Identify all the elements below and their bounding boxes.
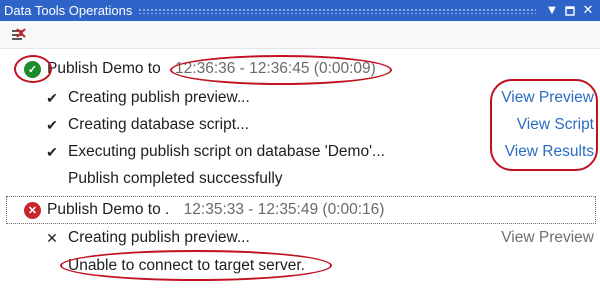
operation-title: Publish Demo to	[47, 60, 166, 77]
step-text: Creating publish preview...	[68, 229, 250, 246]
view-results-link[interactable]: View Results	[505, 143, 594, 161]
success-icon: ✓	[24, 60, 41, 78]
step-text: Creating publish preview...	[68, 89, 250, 106]
checkmark-icon: ✔	[46, 89, 58, 106]
error-icon: ✕	[24, 201, 41, 219]
view-preview-link[interactable]: View Preview	[501, 89, 594, 107]
list-item: ✔ Creating database script... View Scrip…	[0, 112, 600, 138]
window-titlebar: Data Tools Operations ▼ ✕	[0, 0, 600, 21]
operation-header[interactable]: ✕ Publish Demo to . 12:35:33 - 12:35:49 …	[6, 196, 596, 224]
operations-list: ✓ Publish Demo to 12:36:36 - 12:36:45 (0…	[0, 49, 600, 300]
list-item: Unable to connect to target server.	[0, 253, 600, 279]
x-icon: ✕	[46, 229, 58, 246]
clear-list-icon[interactable]	[9, 27, 27, 45]
step-text: Creating database script...	[68, 116, 249, 133]
operation-header[interactable]: ✓ Publish Demo to 12:36:36 - 12:36:45 (0…	[0, 55, 600, 83]
list-item: ✔ Executing publish script on database '…	[0, 139, 600, 165]
view-script-link[interactable]: View Script	[517, 116, 594, 134]
step-text: Executing publish script on database 'De…	[68, 143, 385, 160]
operation-title: Publish Demo to .	[47, 201, 174, 218]
list-item: ✕ Creating publish preview... View Previ…	[0, 225, 600, 251]
step-text: Publish completed successfully	[68, 170, 283, 187]
dropdown-arrow-icon[interactable]: ▼	[544, 3, 560, 19]
close-icon[interactable]: ✕	[580, 3, 596, 19]
operation-time: 12:35:33 - 12:35:49 (0:00:16)	[183, 201, 385, 218]
list-item: Publish completed successfully	[0, 166, 600, 192]
checkmark-icon: ✔	[46, 143, 58, 160]
error-message: Unable to connect to target server.	[68, 257, 305, 274]
toolbar	[0, 21, 600, 49]
titlebar-grip[interactable]	[138, 7, 536, 14]
operation-time: 12:36:36 - 12:36:45 (0:00:09)	[175, 60, 376, 77]
checkmark-icon: ✔	[46, 116, 58, 133]
list-item: ✔ Creating publish preview... View Previ…	[0, 85, 600, 111]
window-title: Data Tools Operations	[4, 3, 133, 18]
view-preview-link: View Preview	[501, 229, 594, 246]
pin-icon[interactable]	[562, 3, 578, 19]
